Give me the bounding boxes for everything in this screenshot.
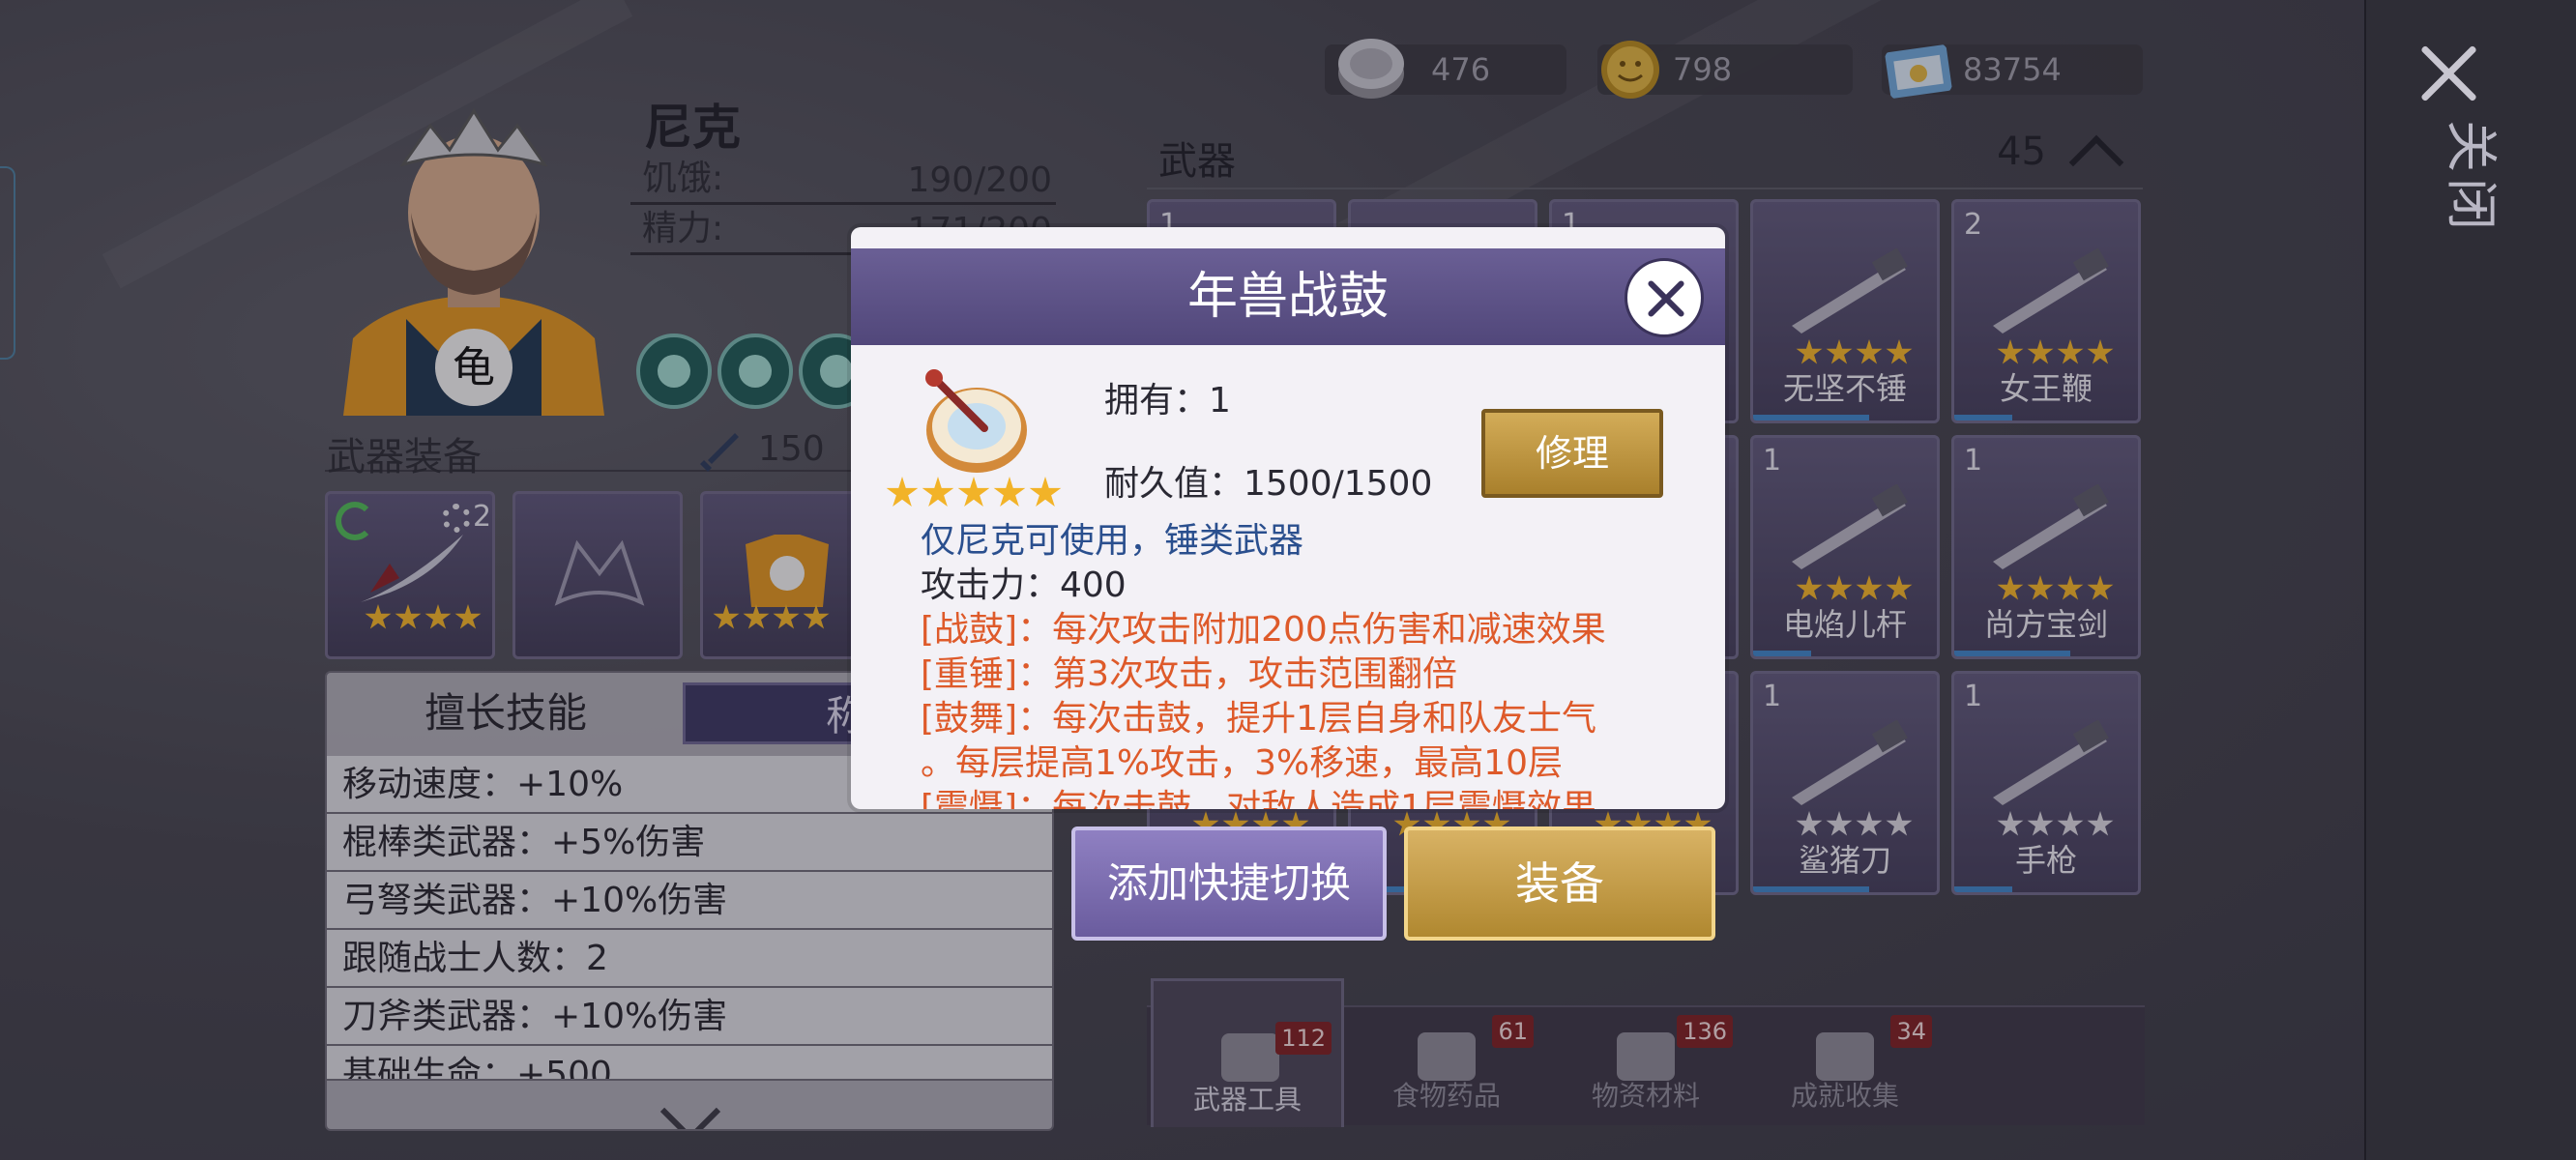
modal-title: 年兽战鼓 (1186, 268, 1389, 326)
attack-text: 攻击力：400 (921, 566, 1127, 605)
close-label[interactable]: 关 闭 (2441, 120, 2502, 236)
owned-count: 拥有：1 (1104, 381, 1231, 420)
close-label-char: 关 (2441, 120, 2502, 172)
side-close-panel: 关 闭 (2364, 0, 2576, 1160)
close-icon[interactable] (2415, 39, 2482, 106)
modal-body: 拥有：1 耐久值：1500/1500 修理 仅尼克可使用，锤类武器 攻击力：40… (851, 345, 1725, 809)
modal-stars (886, 477, 1062, 509)
usage-text: 仅尼克可使用，锤类武器 (921, 521, 1304, 561)
modal-header: 年兽战鼓 (851, 248, 1725, 345)
close-label-char: 闭 (2441, 178, 2502, 230)
item-detail-modal: 年兽战鼓 拥有：1 耐久值：1500/1500 修理 仅尼克可使用，锤类武器 攻… (851, 227, 1725, 809)
repair-button[interactable]: 修理 (1481, 409, 1663, 498)
item-description: 仅尼克可使用，锤类武器 攻击力：400 [战鼓]：每次攻击附加200点伤害和减速… (921, 519, 1694, 809)
durability: 耐久值：1500/1500 (1104, 464, 1433, 504)
skill-text: [鼓舞]：每次击鼓，提升1层自身和队友士气 (921, 699, 1596, 739)
skill-text: [震慑]：每次击鼓，对敌人造成1层震慑效果 (921, 788, 1596, 809)
skill-text: [重锤]：第3次攻击，攻击范围翻倍 (921, 654, 1457, 694)
war-drum-icon (925, 369, 1027, 473)
add-quick-switch-button[interactable]: 添加快捷切换 (1071, 826, 1387, 941)
modal-close-button[interactable] (1625, 258, 1704, 337)
equip-button[interactable]: 装备 (1404, 826, 1715, 941)
skill-text: 。每层提高1%攻击，3%移速，最高10层 (921, 743, 1564, 783)
skill-text: [战鼓]：每次攻击附加200点伤害和减速效果 (921, 610, 1606, 650)
